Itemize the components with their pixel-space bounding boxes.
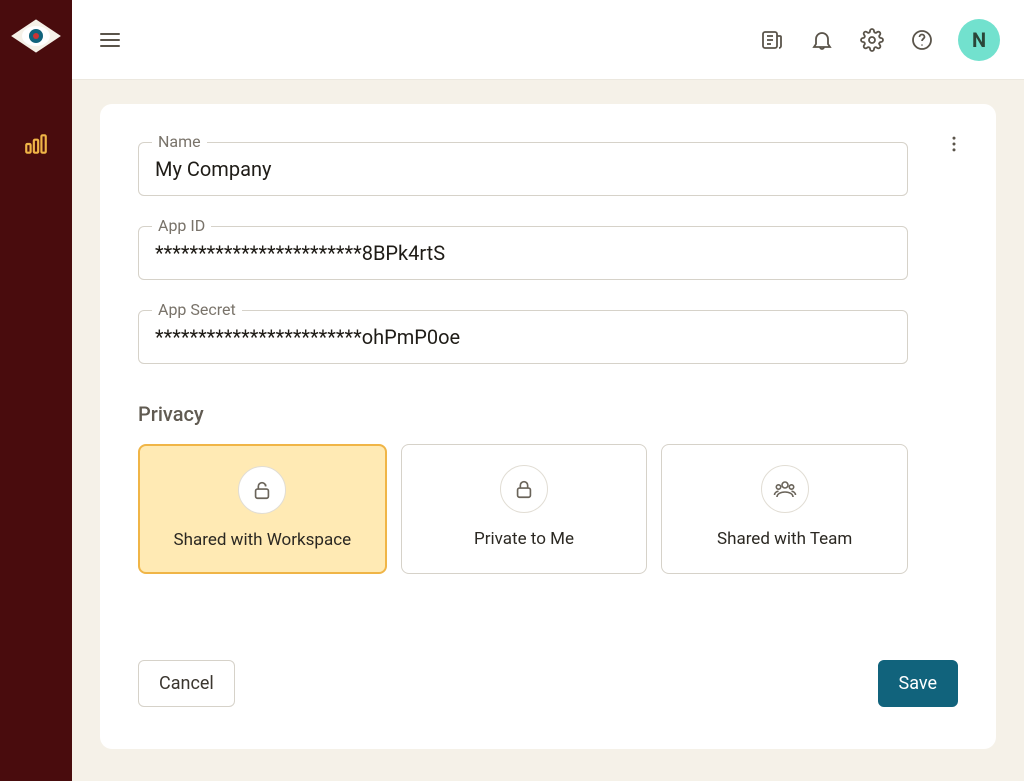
privacy-option-private-iconwrap (500, 465, 548, 513)
privacy-option-private[interactable]: Private to Me (401, 444, 648, 574)
top-bar-actions: N (758, 19, 1000, 61)
cancel-button[interactable]: Cancel (138, 660, 235, 707)
app-secret-field: App Secret ************************ohPmP… (138, 310, 908, 364)
privacy-option-workspace-iconwrap (238, 466, 286, 514)
privacy-option-team-label: Shared with Team (717, 529, 852, 549)
card-more-button[interactable] (942, 132, 966, 156)
eye-logo-icon (10, 18, 62, 54)
newspaper-icon (760, 28, 784, 52)
brand-logo[interactable] (10, 18, 62, 54)
save-button-label: Save (899, 673, 938, 694)
group-icon (773, 477, 797, 501)
user-avatar[interactable]: N (958, 19, 1000, 61)
sidebar-item-analytics[interactable] (16, 124, 56, 164)
name-field: Name My Company (138, 142, 908, 196)
privacy-heading: Privacy (138, 402, 958, 426)
news-button[interactable] (758, 26, 786, 54)
avatar-initial: N (972, 28, 986, 52)
name-label: Name (152, 132, 207, 151)
app-id-value: ************************8BPk4rtS (155, 241, 445, 265)
privacy-option-workspace-label: Shared with Workspace (174, 530, 352, 550)
settings-card: Name My Company App ID *****************… (100, 104, 996, 749)
app-id-input[interactable]: ************************8BPk4rtS (138, 226, 908, 280)
save-button[interactable]: Save (878, 660, 959, 707)
privacy-option-workspace[interactable]: Shared with Workspace (138, 444, 387, 574)
app-secret-input[interactable]: ************************ohPmP0oe (138, 310, 908, 364)
notifications-button[interactable] (808, 26, 836, 54)
lock-icon (513, 478, 535, 500)
page-body: Name My Company App ID *****************… (72, 80, 1024, 781)
app-id-field: App ID ************************8BPk4rtS (138, 226, 908, 280)
gear-icon (860, 28, 884, 52)
help-icon (910, 28, 934, 52)
app-secret-value: ************************ohPmP0oe (155, 325, 460, 349)
settings-button[interactable] (858, 26, 886, 54)
bar-chart-icon (23, 131, 49, 157)
menu-toggle-button[interactable] (96, 26, 124, 54)
privacy-option-team-iconwrap (761, 465, 809, 513)
privacy-options: Shared with Workspace Private to Me (138, 444, 908, 574)
app-secret-label: App Secret (152, 300, 242, 319)
privacy-option-private-label: Private to Me (474, 529, 574, 549)
privacy-option-team[interactable]: Shared with Team (661, 444, 908, 574)
main-column: N Name My Company App ID (72, 0, 1024, 781)
name-value: My Company (155, 157, 271, 181)
cancel-button-label: Cancel (159, 673, 214, 694)
hamburger-icon (98, 28, 122, 52)
name-input[interactable]: My Company (138, 142, 908, 196)
help-button[interactable] (908, 26, 936, 54)
unlock-icon (251, 479, 273, 501)
app-id-label: App ID (152, 216, 211, 235)
more-vertical-icon (944, 134, 964, 154)
top-bar: N (72, 0, 1024, 80)
bell-icon (810, 28, 834, 52)
side-rail (0, 0, 72, 781)
